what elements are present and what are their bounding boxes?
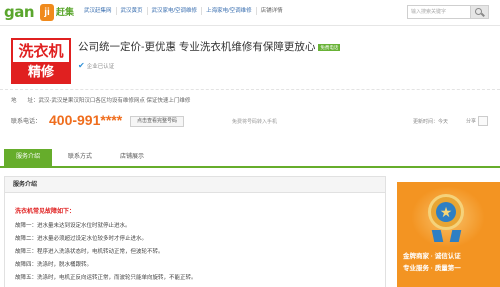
breadcrumb: 武汉赶集网 武汉黄页 武汉家电/空调维修 上海家电/空调维修 店铺详情 xyxy=(80,7,287,15)
breadcrumb-item[interactable]: 武汉黄页 xyxy=(117,7,148,15)
panel-header: 服务介绍 xyxy=(5,177,385,193)
medal-icon: ★ xyxy=(428,194,464,230)
fault-item: 故障一：进水量未达到设定水位时就停止进水。 xyxy=(15,223,131,229)
ad-line-1: 金牌商家 · 诚信认证 xyxy=(403,253,461,260)
tab-shop-display[interactable]: 店铺展示 xyxy=(108,149,156,166)
breadcrumb-item[interactable]: 上海家电/空调维修 xyxy=(202,7,257,15)
breadcrumb-current: 店铺详情 xyxy=(260,8,283,14)
fault-item: 故障五：洗涤时，电机正反向运转正常，而波轮只能单向旋转，不能正转。 xyxy=(15,275,197,281)
tab-contact[interactable]: 联系方式 xyxy=(56,149,104,166)
shop-title-text: 公司统一定价-更优惠 专业洗衣机维修有保障更放心 xyxy=(78,41,316,53)
search-input[interactable]: 输入搜索关键字 xyxy=(407,5,471,19)
fault-item: 故障二：进水量必须超过设定水位较多时才停止进水。 xyxy=(15,236,148,242)
logo-badge: ji xyxy=(40,4,54,21)
gold-merchant-ad[interactable]: ★ 金牌商家 · 诚信认证 专业服务 · 质量第一 xyxy=(397,182,500,287)
search-button[interactable] xyxy=(471,5,489,19)
verified-label: 企业已认证 xyxy=(86,64,115,70)
shop-address: 地 址：武汉-武汉是果汉阳汉口各区均设有维修网点 保证快速上门维修 xyxy=(11,98,191,104)
forward-to-phone-link[interactable]: 免费将号码转入手机 xyxy=(232,118,277,126)
shop-header: 洗衣机 精修 公司统一定价-更优惠 专业洗衣机维修有保障更放心 免费电话 ✔ 企业已… xyxy=(0,26,500,86)
tab-bar: 服务介绍 联系方式 店铺展示 xyxy=(0,149,500,168)
fault-item: 故障四：洗涤时，脱水桶跟转。 xyxy=(15,262,93,268)
shop-logo-bottom-text: 精修 xyxy=(13,62,69,82)
search-icon-handle xyxy=(481,12,485,17)
site-header: gan ji 赶集 武汉赶集网 武汉黄页 武汉家电/空调维修 上海家电/空调维修… xyxy=(0,0,500,26)
medal-center: ★ xyxy=(436,202,456,222)
share-button[interactable]: 分享 xyxy=(466,116,489,126)
verified-icon: ✔ xyxy=(78,61,85,70)
shop-logo: 洗衣机 精修 xyxy=(11,38,71,84)
shop-info: 地 址：武汉-武汉是果汉阳汉口各区均设有维修网点 保证快速上门维修 联系电话： … xyxy=(0,89,500,139)
shop-title: 公司统一定价-更优惠 专业洗衣机维修有保障更放心 免费电话 xyxy=(78,41,341,54)
service-panel: 服务介绍 洗衣机常见故障如下： 故障一：进水量未达到设定水位时就停止进水。 故障… xyxy=(4,176,386,287)
panel-title: 服务介绍 xyxy=(13,182,38,188)
view-full-number-button[interactable]: 点击查看完整号码 xyxy=(130,116,184,127)
tab-service-intro[interactable]: 服务介绍 xyxy=(4,149,52,166)
shop-logo-top-text: 洗衣机 xyxy=(18,42,64,60)
ad-line-2: 专业服务 · 质量第一 xyxy=(403,265,461,272)
breadcrumb-item[interactable]: 武汉赶集网 xyxy=(80,7,117,15)
fault-item: 故障三：程序进入洗涤状态时，电机转动正常，但波轮不转。 xyxy=(15,249,164,255)
site-logo[interactable]: gan ji 赶集 xyxy=(4,4,76,21)
logo-subtitle: 赶集 xyxy=(56,7,75,17)
star-icon: ★ xyxy=(439,204,453,220)
update-time: 更新时间：今天 xyxy=(413,119,449,125)
shop-tag-badge: 免费电话 xyxy=(318,43,341,51)
verified-badge: ✔ 企业已认证 xyxy=(78,62,114,71)
breadcrumb-item[interactable]: 武汉家电/空调维修 xyxy=(148,7,203,15)
share-label: 分享 xyxy=(466,118,477,125)
phone-number: 400-991**** xyxy=(49,112,123,128)
phone-label: 联系电话： xyxy=(11,119,42,125)
share-icon xyxy=(478,116,489,126)
faults-heading: 洗衣机常见故障如下： xyxy=(15,209,76,215)
logo-text: gan xyxy=(4,3,35,21)
